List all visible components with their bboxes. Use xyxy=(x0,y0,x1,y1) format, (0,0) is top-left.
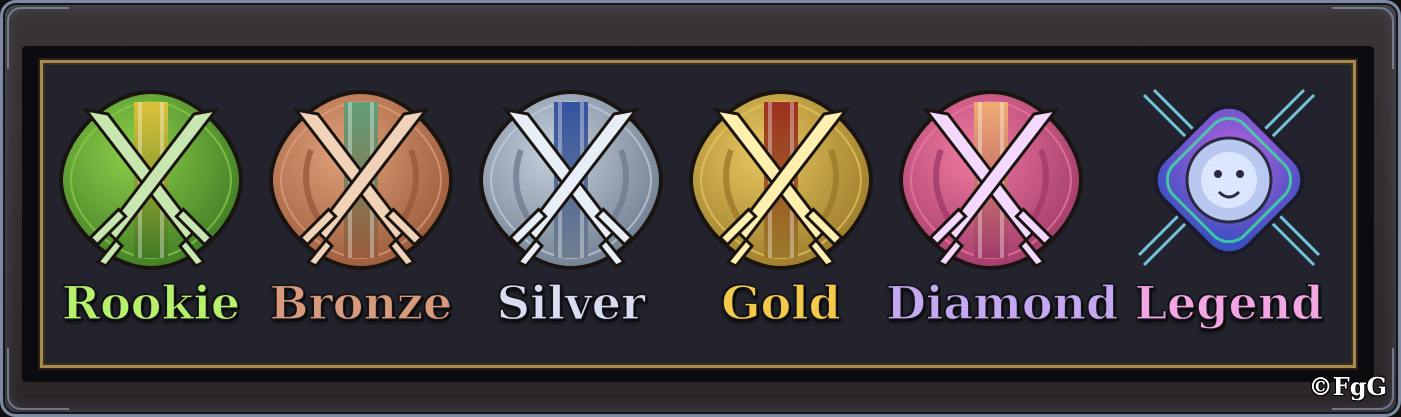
copyright-notice: ©FgG xyxy=(1308,372,1387,401)
tier-legend: Legend xyxy=(1124,80,1334,340)
tier-bronze-label: Bronze xyxy=(269,275,453,330)
tier-silver-label: Silver xyxy=(496,275,646,330)
diamond-emblem-icon xyxy=(898,89,1084,271)
tier-rookie-label: Rookie xyxy=(61,275,241,330)
rookie-emblem-icon xyxy=(58,89,244,271)
bronze-emblem-icon xyxy=(268,89,454,271)
tier-silver: Silver xyxy=(466,80,676,340)
gold-emblem-icon xyxy=(688,89,874,271)
legend-emblem-icon xyxy=(1137,88,1321,267)
silver-emblem-icon xyxy=(478,89,664,271)
tier-rookie: Rookie xyxy=(46,80,256,340)
tier-diamond-label: Diamond xyxy=(885,275,1119,330)
tier-gold-label: Gold xyxy=(721,275,842,330)
tier-diamond: Diamond xyxy=(885,80,1119,340)
tier-bronze: Bronze xyxy=(256,80,466,340)
tier-legend-label: Legend xyxy=(1134,275,1324,330)
tier-gold: Gold xyxy=(676,80,886,340)
